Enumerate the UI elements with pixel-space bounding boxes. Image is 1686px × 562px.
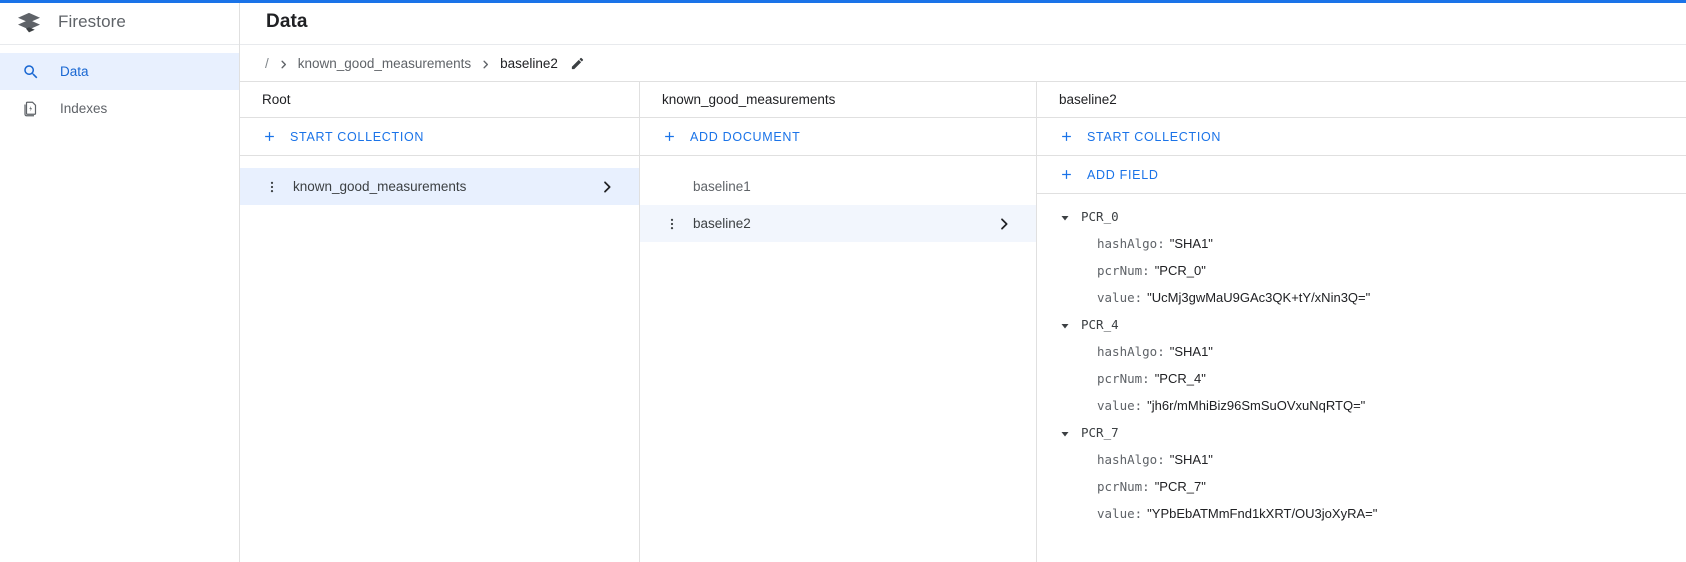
field-value-hashalgo: "SHA1"	[1170, 236, 1213, 251]
field-group-pcr0: PCR_0 hashAlgo: "SHA1" pcrNum: "PCR_0" v…	[1037, 203, 1686, 311]
firestore-console: Firestore Data Index	[0, 0, 1686, 562]
field-group-pcr4: PCR_4 hashAlgo: "SHA1" pcrNum: "PCR_4" v…	[1037, 311, 1686, 419]
column-document: baseline2 START COLLECTION	[1037, 82, 1686, 562]
page-header: Data	[240, 0, 1686, 45]
sidebar: Firestore Data Index	[0, 0, 240, 562]
field-entry[interactable]: value: "jh6r/mMhiBiz96SmSuOVxuNqRTQ="	[1037, 392, 1686, 419]
chevron-right-icon	[996, 216, 1012, 232]
field-value-value: "YPbEbATMmFnd1kXRT/OU3joXyRA="	[1147, 506, 1377, 521]
field-value-hashalgo: "SHA1"	[1170, 452, 1213, 467]
plus-icon	[1059, 167, 1074, 182]
field-entry[interactable]: hashAlgo: "SHA1"	[1037, 446, 1686, 473]
sidebar-item-label-indexes: Indexes	[60, 102, 107, 116]
start-collection-label-document: START COLLECTION	[1087, 130, 1221, 144]
panel-columns: Root START COLLECTION	[240, 82, 1686, 562]
field-value-pcrnum: "PCR_0"	[1155, 263, 1206, 278]
field-key-pcrnum: pcrNum:	[1097, 479, 1150, 494]
field-entry[interactable]: hashAlgo: "SHA1"	[1037, 338, 1686, 365]
plus-icon	[262, 129, 277, 144]
field-value-pcrnum: "PCR_4"	[1155, 371, 1206, 386]
table-row[interactable]: baseline2	[640, 205, 1036, 242]
field-value-hashalgo: "SHA1"	[1170, 344, 1213, 359]
search-icon	[22, 63, 40, 81]
row-menu-icon[interactable]	[262, 180, 282, 194]
collection-list: known_good_measurements	[240, 156, 639, 205]
field-entry[interactable]: pcrNum: "PCR_7"	[1037, 473, 1686, 500]
page-title: Data	[266, 11, 308, 33]
field-entry[interactable]: hashAlgo: "SHA1"	[1037, 230, 1686, 257]
field-key-value: value:	[1097, 506, 1142, 521]
field-name-pcr7: PCR_7	[1081, 425, 1119, 440]
plus-icon	[662, 129, 677, 144]
field-key-value: value:	[1097, 398, 1142, 413]
start-collection-button-document[interactable]: START COLLECTION	[1037, 118, 1686, 156]
field-key-value: value:	[1097, 290, 1142, 305]
pencil-icon[interactable]	[570, 56, 585, 71]
brand: Firestore	[0, 0, 239, 45]
caret-down-icon[interactable]	[1059, 319, 1071, 331]
sidebar-nav: Data Indexes	[0, 45, 239, 127]
field-key-hashalgo: hashAlgo:	[1097, 236, 1165, 251]
field-entry[interactable]: pcrNum: "PCR_4"	[1037, 365, 1686, 392]
field-group-pcr7: PCR_7 hashAlgo: "SHA1" pcrNum: "PCR_7" v…	[1037, 419, 1686, 527]
field-value-value: "UcMj3gwMaU9GAc3QK+tY/xNin3Q="	[1147, 290, 1370, 305]
sidebar-item-label-data: Data	[60, 65, 89, 79]
breadcrumb-item-collection[interactable]: known_good_measurements	[298, 56, 471, 71]
add-field-button[interactable]: ADD FIELD	[1037, 156, 1686, 194]
caret-down-icon[interactable]	[1059, 211, 1071, 223]
field-entry[interactable]: pcrNum: "PCR_0"	[1037, 257, 1686, 284]
field-key-hashalgo: hashAlgo:	[1097, 452, 1165, 467]
row-menu-icon[interactable]	[662, 217, 682, 231]
caret-down-icon[interactable]	[1059, 427, 1071, 439]
chevron-right-icon	[278, 58, 289, 69]
sidebar-item-indexes[interactable]: Indexes	[0, 90, 239, 127]
chevron-right-icon	[480, 58, 491, 69]
table-row[interactable]: known_good_measurements	[240, 168, 639, 205]
chevron-right-icon	[599, 179, 615, 195]
field-group-header[interactable]: PCR_0	[1037, 203, 1686, 230]
row-label-baseline2: baseline2	[693, 216, 996, 231]
field-entry[interactable]: value: "UcMj3gwMaU9GAc3QK+tY/xNin3Q="	[1037, 284, 1686, 311]
row-label-known-good-measurements: known_good_measurements	[293, 179, 599, 194]
field-group-header[interactable]: PCR_7	[1037, 419, 1686, 446]
document-list: baseline1 baseline2	[640, 156, 1036, 242]
breadcrumb-item-document[interactable]: baseline2	[500, 56, 558, 71]
field-group-header[interactable]: PCR_4	[1037, 311, 1686, 338]
plus-icon	[1059, 129, 1074, 144]
field-key-pcrnum: pcrNum:	[1097, 371, 1150, 386]
field-value-pcrnum: "PCR_7"	[1155, 479, 1206, 494]
sidebar-item-data[interactable]: Data	[0, 53, 239, 90]
breadcrumb-root[interactable]: /	[265, 56, 269, 71]
table-row[interactable]: baseline1	[640, 168, 1036, 205]
indexes-icon	[22, 100, 40, 118]
row-label-baseline1: baseline1	[693, 179, 1036, 194]
brand-title: Firestore	[58, 12, 126, 32]
column-root: Root START COLLECTION	[240, 82, 640, 562]
main-content: Data / known_good_measurements baseline2	[240, 0, 1686, 562]
column-title-root: Root	[240, 82, 639, 118]
field-name-pcr4: PCR_4	[1081, 317, 1119, 332]
start-collection-label-root: START COLLECTION	[290, 130, 424, 144]
field-name-pcr0: PCR_0	[1081, 209, 1119, 224]
field-tree: PCR_0 hashAlgo: "SHA1" pcrNum: "PCR_0" v…	[1037, 194, 1686, 527]
add-field-label: ADD FIELD	[1087, 168, 1159, 182]
field-key-hashalgo: hashAlgo:	[1097, 344, 1165, 359]
field-entry[interactable]: value: "YPbEbATMmFnd1kXRT/OU3joXyRA="	[1037, 500, 1686, 527]
field-value-value: "jh6r/mMhiBiz96SmSuOVxuNqRTQ="	[1147, 398, 1365, 413]
firestore-logo-icon	[14, 7, 44, 37]
top-accent-bar	[0, 0, 1686, 3]
column-title-collection: known_good_measurements	[640, 82, 1036, 118]
field-key-pcrnum: pcrNum:	[1097, 263, 1150, 278]
column-collection: known_good_measurements ADD DOCUMENT bas…	[640, 82, 1037, 562]
add-document-button[interactable]: ADD DOCUMENT	[640, 118, 1036, 156]
breadcrumb: / known_good_measurements baseline2	[240, 45, 1686, 82]
start-collection-button-root[interactable]: START COLLECTION	[240, 118, 639, 156]
add-document-label: ADD DOCUMENT	[690, 130, 800, 144]
column-title-document: baseline2	[1037, 82, 1686, 118]
